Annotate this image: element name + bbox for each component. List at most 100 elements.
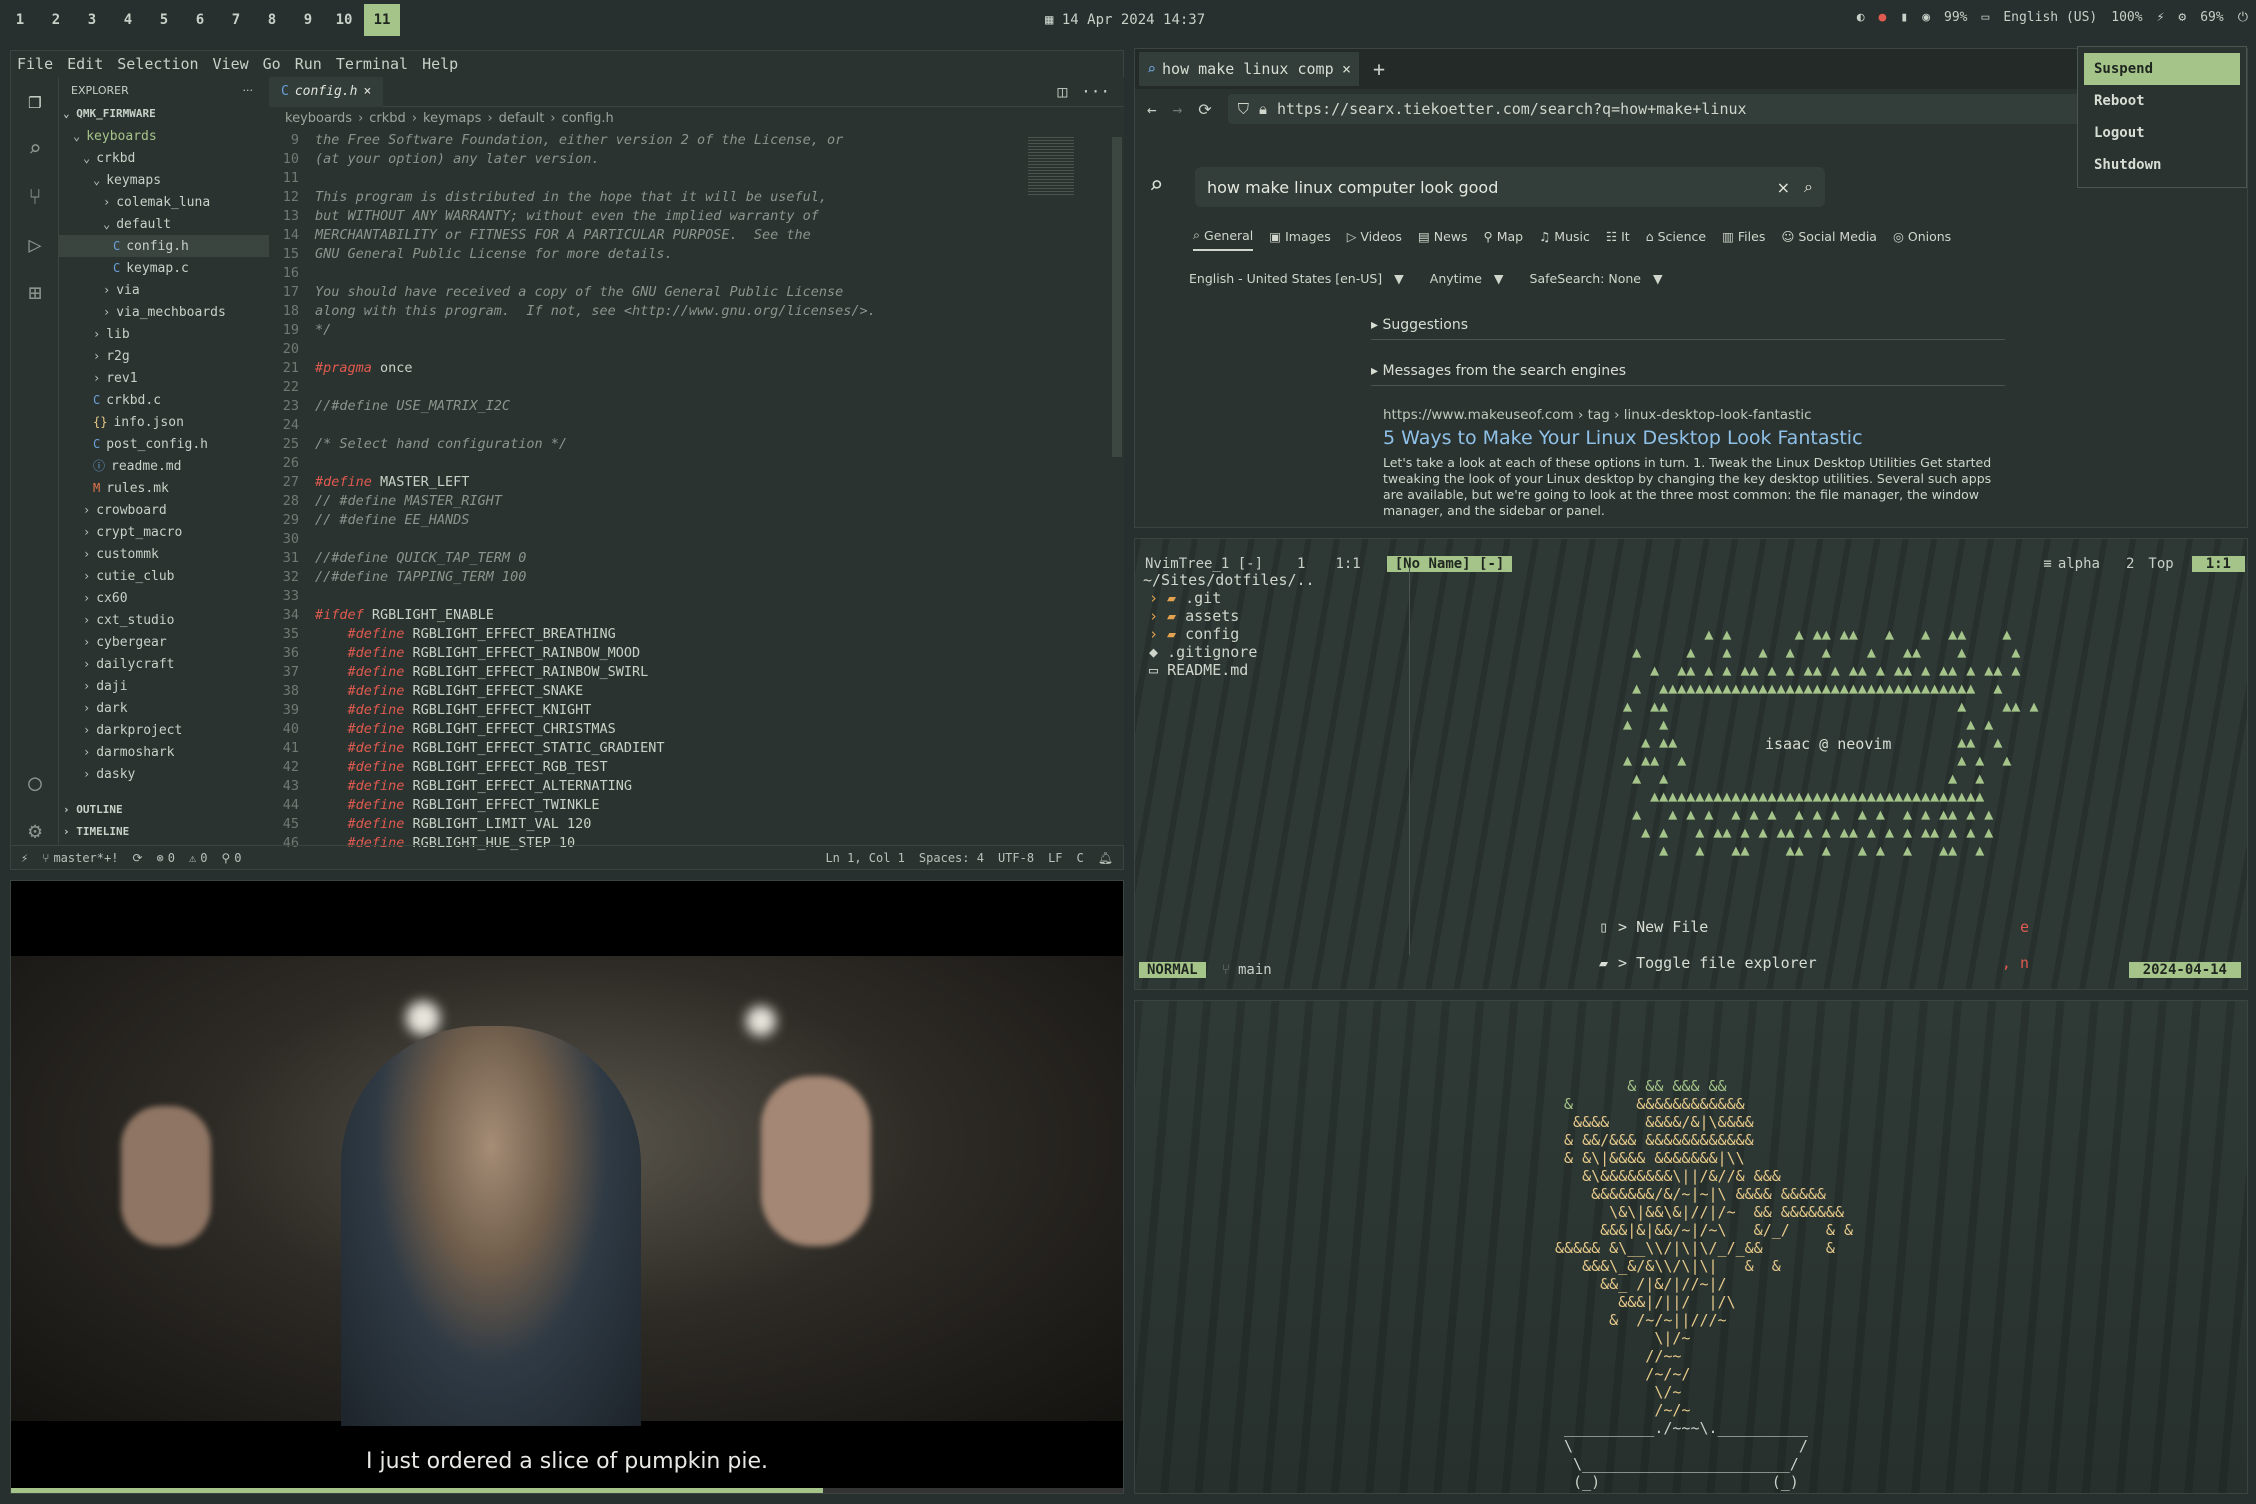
bell-icon[interactable]: 🔔︎	[1098, 851, 1113, 865]
video-frame[interactable]	[11, 956, 1123, 1426]
lock-icon[interactable]: 🔒︎	[1259, 100, 1267, 118]
category-onions[interactable]: ◎ Onions	[1893, 227, 1951, 251]
category-files[interactable]: ▥ Files	[1722, 227, 1765, 251]
gear-icon[interactable]: ⚙	[2178, 10, 2186, 25]
breadcrumb-item[interactable]: crkbd	[369, 111, 406, 126]
breadcrumb-item[interactable]: keymaps	[423, 111, 481, 126]
breadcrumb-item[interactable]: default	[499, 111, 545, 126]
more-actions-icon[interactable]: ···	[243, 84, 254, 97]
tree-item[interactable]: › crowboard	[59, 499, 269, 521]
tree-item[interactable]: › cybergear	[59, 631, 269, 653]
tree-entry[interactable]: ▭ README.md	[1143, 661, 1315, 679]
playback-progress[interactable]	[11, 1488, 1123, 1493]
workspace-3[interactable]: 3	[74, 4, 110, 36]
tree-item[interactable]: › custommk	[59, 543, 269, 565]
filter-select[interactable]: English - United States [en-US] ▼	[1189, 271, 1404, 286]
extensions-icon[interactable]: ⊞	[11, 269, 59, 317]
menu-run[interactable]: Run	[295, 55, 322, 73]
encoding[interactable]: UTF-8	[998, 851, 1034, 865]
sync-icon[interactable]: ⟳	[132, 851, 142, 865]
category-it[interactable]: ☷ It	[1606, 227, 1630, 251]
minimap[interactable]	[1028, 137, 1074, 197]
tree-entry[interactable]: ◆ .gitignore	[1143, 643, 1315, 661]
search-icon[interactable]: ⌕	[11, 125, 59, 173]
tree-item[interactable]: › via_mechboards	[59, 301, 269, 323]
menu-view[interactable]: View	[213, 55, 249, 73]
tree-path[interactable]: ~/Sites/dotfiles/..	[1143, 571, 1315, 589]
power-icon[interactable]: ⏻	[2238, 10, 2248, 25]
source-control-icon[interactable]: ⑂	[11, 173, 59, 221]
tree-item[interactable]: › darmoshark	[59, 741, 269, 763]
menu-selection[interactable]: Selection	[117, 55, 198, 73]
category-science[interactable]: ⌂ Science	[1646, 227, 1706, 251]
category-videos[interactable]: ▷ Videos	[1347, 227, 1402, 251]
tree-item[interactable]: ⌄ keyboards	[59, 125, 269, 147]
tree-item[interactable]: › dasky	[59, 763, 269, 785]
tree-item[interactable]: Mrules.mk	[59, 477, 269, 499]
back-icon[interactable]: ←	[1147, 100, 1157, 119]
shield-icon[interactable]: ⛉	[1238, 100, 1249, 118]
search-input[interactable]: how make linux computer look good × ⌕	[1195, 167, 1825, 207]
tree-entry[interactable]: › ▰ .git	[1143, 589, 1315, 607]
tree-item[interactable]: › dark	[59, 697, 269, 719]
breadcrumb-item[interactable]: keyboards	[285, 111, 352, 126]
workspace-9[interactable]: 9	[290, 4, 326, 36]
eol[interactable]: LF	[1048, 851, 1062, 865]
tree-item[interactable]: › rev1	[59, 367, 269, 389]
workspace-2[interactable]: 2	[38, 4, 74, 36]
workspace-root[interactable]: ⌄ QMK_FIRMWARE	[59, 103, 269, 125]
tree-item[interactable]: Cconfig.h	[59, 235, 269, 257]
result-url[interactable]: https://www.makeuseof.com › tag › linux-…	[1383, 407, 2003, 423]
category-map[interactable]: ⚲ Map	[1484, 227, 1524, 251]
tree-item[interactable]: › cutie_club	[59, 565, 269, 587]
volume-value[interactable]: 100%	[2111, 10, 2142, 25]
tree-item[interactable]: › crypt_macro	[59, 521, 269, 543]
browser-tab[interactable]: ⌕ how make linux comp ×	[1139, 52, 1359, 86]
cursor-position[interactable]: Ln 1, Col 1	[825, 851, 904, 865]
scrollbar[interactable]	[1112, 137, 1122, 457]
eye-icon[interactable]: ◉	[1922, 10, 1930, 25]
tree-entry[interactable]: › ▰ config	[1143, 625, 1315, 643]
tree-item[interactable]: ⌄ crkbd	[59, 147, 269, 169]
tree-item[interactable]: ⓘ readme.md	[59, 455, 269, 477]
menu-edit[interactable]: Edit	[67, 55, 103, 73]
url-bar[interactable]: ⛉ 🔒︎ https://searx.tiekoetter.com/search…	[1227, 94, 2159, 124]
clear-icon[interactable]: ×	[1777, 178, 1790, 197]
branch-name[interactable]: master*+!	[53, 851, 118, 865]
close-icon[interactable]: ×	[1342, 60, 1351, 78]
tree-item[interactable]: › daji	[59, 675, 269, 697]
warnings-count[interactable]: 0	[200, 851, 207, 865]
power-shutdown[interactable]: Shutdown	[2084, 149, 2240, 181]
workspace-4[interactable]: 4	[110, 4, 146, 36]
filter-select[interactable]: Anytime ▼	[1430, 271, 1504, 286]
power-suspend[interactable]: Suspend	[2084, 53, 2240, 85]
tree-item[interactable]: {} info.json	[59, 411, 269, 433]
tray-app-icon-2[interactable]: ●	[1879, 10, 1887, 25]
url-text[interactable]: https://searx.tiekoetter.com/search?q=ho…	[1277, 100, 2091, 118]
tree-item[interactable]: ⌄ keymaps	[59, 169, 269, 191]
tree-item[interactable]: › cxt_studio	[59, 609, 269, 631]
workspace-7[interactable]: 7	[218, 4, 254, 36]
tree-item[interactable]: › via	[59, 279, 269, 301]
errors-count[interactable]: 0	[168, 851, 175, 865]
category-social-media[interactable]: ☺ Social Media	[1781, 227, 1877, 251]
menu-terminal[interactable]: Terminal	[336, 55, 408, 73]
tree-item[interactable]: › cx60	[59, 587, 269, 609]
tree-entry[interactable]: › ▰ assets	[1143, 607, 1315, 625]
editor-more-icon[interactable]: ···	[1081, 82, 1110, 101]
workspace-1[interactable]: 1	[2, 4, 38, 36]
power-logout[interactable]: Logout	[2084, 117, 2240, 149]
run-debug-icon[interactable]: ▷	[11, 221, 59, 269]
tab-config-h[interactable]: C config.h ×	[269, 76, 384, 107]
keyboard-layout[interactable]: English (US)	[2003, 10, 2097, 25]
tray-app-icon[interactable]: ◐	[1857, 10, 1865, 25]
tree-item[interactable]: ⌄ default	[59, 213, 269, 235]
new-tab-icon[interactable]: +	[1373, 57, 1385, 81]
language-mode[interactable]: C	[1077, 851, 1084, 865]
power-reboot[interactable]: Reboot	[2084, 85, 2240, 117]
search-query[interactable]: how make linux computer look good	[1207, 178, 1777, 197]
code-view[interactable]: 9 the Free Software Foundation, either ve…	[269, 131, 1109, 853]
category-music[interactable]: ♫ Music	[1539, 227, 1590, 251]
menu-help[interactable]: Help	[422, 55, 458, 73]
tree-item[interactable]: › dailycraft	[59, 653, 269, 675]
